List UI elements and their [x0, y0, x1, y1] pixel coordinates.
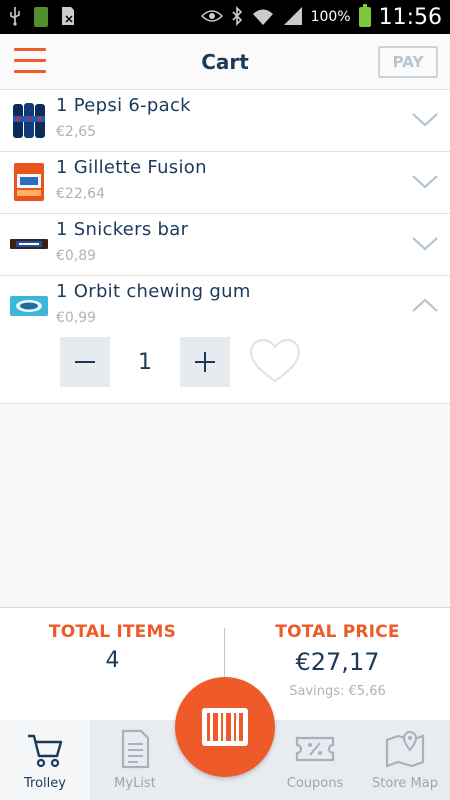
orbit-thumbnail: [10, 284, 48, 328]
gillette-thumbnail: [10, 160, 48, 204]
scan-barcode-button[interactable]: [175, 677, 275, 777]
cart-item-orbit[interactable]: 1 Orbit chewing gum €0,99 1: [0, 276, 450, 404]
pepsi-thumbnail: [10, 98, 48, 142]
cart-icon: [28, 734, 63, 768]
snickers-thumbnail: [10, 222, 48, 266]
item-price: €22,64: [56, 186, 105, 202]
total-items: TOTAL ITEMS 4: [0, 622, 225, 673]
bluetooth-icon: [231, 5, 243, 29]
battery-icon: [358, 4, 371, 27]
barcode-icon: [202, 708, 248, 746]
total-price-label: TOTAL PRICE: [275, 622, 400, 642]
sim-icon: [60, 6, 76, 29]
status-bar: 100% 11:56: [0, 0, 450, 34]
chevron-down-icon[interactable]: [410, 106, 440, 132]
nav-mylist[interactable]: MyList: [90, 720, 180, 800]
total-price: TOTAL PRICE €27,17 Savings: €5,66: [225, 622, 450, 699]
minus-icon: [75, 361, 95, 363]
chevron-down-icon[interactable]: [410, 230, 440, 256]
total-price-value: €27,17: [295, 648, 380, 676]
item-name: 1 Orbit chewing gum: [56, 281, 251, 302]
battery-percent: 100%: [310, 9, 351, 25]
quantity-value: 1: [138, 349, 152, 375]
total-items-value: 4: [105, 648, 120, 673]
chevron-down-icon[interactable]: [410, 168, 440, 194]
signal-icon: [283, 6, 303, 29]
usb-icon: [8, 6, 22, 29]
nav-label: Trolley: [24, 776, 66, 791]
page-title: Cart: [201, 49, 249, 74]
cart-item-pepsi[interactable]: 1 Pepsi 6-pack €2,65: [0, 90, 450, 152]
nav-store-map[interactable]: Store Map: [360, 720, 450, 800]
quantity-controls: 1: [0, 337, 450, 403]
clock: 11:56: [378, 4, 442, 30]
item-price: €0,99: [56, 310, 97, 326]
nav-label: Coupons: [286, 776, 344, 791]
nav-trolley[interactable]: Trolley: [0, 720, 90, 800]
total-items-label: TOTAL ITEMS: [48, 622, 177, 642]
increment-button[interactable]: [180, 337, 230, 387]
item-price: €2,65: [56, 124, 97, 140]
list-icon: [121, 729, 150, 769]
coupon-icon: [295, 736, 335, 762]
pay-button[interactable]: PAY: [378, 46, 438, 78]
plus-icon: [195, 352, 215, 372]
hamburger-menu-icon[interactable]: [14, 48, 46, 74]
item-name: 1 Pepsi 6-pack: [56, 95, 191, 116]
item-name: 1 Snickers bar: [56, 219, 189, 240]
decrement-button[interactable]: [60, 337, 110, 387]
cart-item-gillette[interactable]: 1 Gillette Fusion €22,64: [0, 152, 450, 214]
item-name: 1 Gillette Fusion: [56, 157, 207, 178]
heart-icon[interactable]: [248, 337, 302, 387]
item-price: €0,89: [56, 248, 97, 264]
eye-icon: [200, 9, 223, 26]
map-icon: [385, 730, 425, 768]
wifi-icon: [251, 6, 275, 29]
cart-list: 1 Pepsi 6-pack €2,65 1 Gillette Fusion €…: [0, 90, 450, 404]
app-header: Cart PAY: [0, 34, 450, 90]
nav-label: MyList: [114, 776, 156, 791]
cart-item-snickers[interactable]: 1 Snickers bar €0,89: [0, 214, 450, 276]
battery-badge-icon: [34, 7, 48, 27]
nav-coupons[interactable]: Coupons: [270, 720, 360, 800]
chevron-up-icon[interactable]: [410, 292, 440, 318]
nav-label: Store Map: [372, 776, 438, 791]
